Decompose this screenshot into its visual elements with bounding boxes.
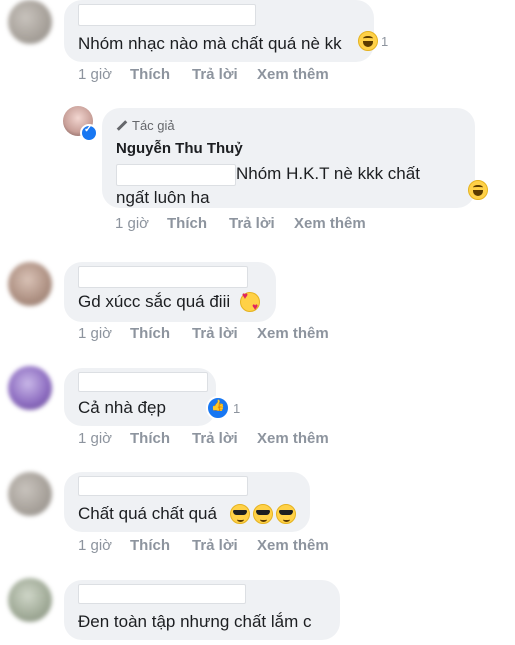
avatar[interactable] [8,262,52,306]
reply-link[interactable]: Trả lời [192,325,238,342]
like-link[interactable]: Thích [130,430,170,447]
laugh-emoji-icon [358,31,378,51]
sunglasses-emoji-icon [276,504,296,524]
author-badge: Tác giả [116,118,175,133]
comment-text-line-2: ngất luôn ha [116,188,210,207]
redacted-name [78,584,246,604]
comment-actions: 1 giờ Thích Trả lời Xem thêm [78,537,378,557]
comment-text: Cả nhà đẹp [78,398,166,417]
comment-actions: 1 giờ Thích Trả lời Xem thêm [115,215,415,235]
timestamp: 1 giờ [78,66,113,83]
avatar[interactable] [8,366,52,410]
avatar[interactable] [8,472,52,516]
like-link[interactable]: Thích [130,537,170,554]
comment-text: Đen toàn tập nhưng chất lắm c [78,612,312,631]
reply-link[interactable]: Trả lời [192,430,238,447]
like-icon [206,396,230,420]
reaction-count: 1 [233,400,241,416]
comment-text: Chất quá chất quá [78,504,217,523]
reaction-badge[interactable]: 1 [358,31,388,51]
author-name[interactable]: Nguyễn Thu Thuỷ [116,140,243,157]
comment-bubble: Nhóm nhạc nào mà chất quá nè kk [64,0,374,62]
timestamp: 1 giờ [78,537,113,554]
sunglasses-emoji-icon [253,504,273,524]
redacted-name [78,372,208,392]
smiling-face-with-hearts-emoji-icon [240,291,260,313]
reply-link[interactable]: Trả lời [229,215,275,232]
sunglasses-emoji-icon [230,504,250,524]
like-link[interactable]: Thích [167,215,207,232]
comment-actions: 1 giờ Thích Trả lời Xem thêm [78,430,378,450]
avatar[interactable] [8,0,52,44]
comment-text: Nhóm nhạc nào mà chất quá nè kk [78,34,342,53]
comment-actions: 1 giờ Thích Trả lời Xem thêm [78,66,378,86]
comment-text-line-1: Nhóm H.K.T nè kkk chất [236,164,420,183]
comment-bubble: Tác giả Nguyễn Thu Thuỷ Nhóm H.K.T nè kk… [102,108,475,208]
see-more-link[interactable]: Xem thêm [257,66,329,83]
comment-text: Gd xúcc sắc quá điii [78,292,231,311]
reaction-badge[interactable]: 1 [206,396,240,420]
laugh-emoji-icon [468,180,488,200]
like-link[interactable]: Thích [130,325,170,342]
author-badge-label: Tác giả [132,118,175,133]
timestamp: 1 giờ [78,430,113,447]
comment-actions: 1 giờ Thích Trả lời Xem thêm [78,325,378,345]
see-more-link[interactable]: Xem thêm [257,325,329,342]
timestamp: 1 giờ [115,215,150,232]
see-more-link[interactable]: Xem thêm [257,537,329,554]
pen-icon [116,120,128,131]
reaction-badge[interactable] [468,180,488,200]
comment-bubble: Cả nhà đẹp [64,368,216,426]
like-link[interactable]: Thích [130,66,170,83]
redacted-name [78,476,248,496]
comment-bubble: Gd xúcc sắc quá điii [64,262,276,322]
redacted-name [78,266,248,288]
redacted-name [78,4,256,26]
avatar[interactable] [8,578,52,622]
redacted-mention [116,164,236,186]
see-more-link[interactable]: Xem thêm [294,215,366,232]
comment-bubble: Chất quá chất quá [64,472,310,532]
reply-link[interactable]: Trả lời [192,66,238,83]
timestamp: 1 giờ [78,325,113,342]
reaction-count: 1 [381,33,389,49]
reply-link[interactable]: Trả lời [192,537,238,554]
verified-badge-icon [80,124,98,142]
comment-bubble: Đen toàn tập nhưng chất lắm c [64,580,340,640]
see-more-link[interactable]: Xem thêm [257,430,329,447]
